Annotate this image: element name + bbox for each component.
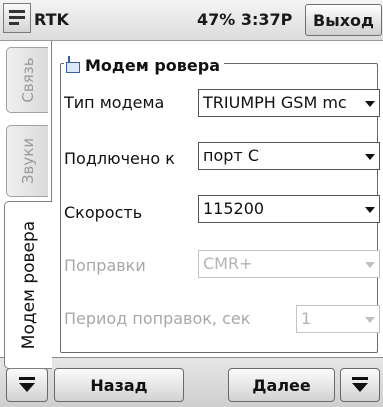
modem-type-select[interactable]: TRIUMPH GSM mc bbox=[198, 89, 380, 117]
corrections-select[interactable]: CMR+ bbox=[198, 250, 380, 278]
corrections-label: Поправки bbox=[64, 256, 146, 275]
next-button[interactable]: Далее bbox=[228, 368, 335, 402]
tab-rover-modem-label: Модем ровера bbox=[18, 220, 39, 350]
chevron-down-icon bbox=[365, 207, 375, 213]
modem-icon bbox=[64, 56, 82, 74]
exit-button[interactable]: Выход bbox=[305, 4, 382, 36]
tab-sounds-label: Звуки bbox=[18, 137, 37, 185]
chevron-down-icon bbox=[365, 317, 375, 323]
title-bar: RTK 47% 3:37P Выход bbox=[0, 0, 383, 41]
chevron-down-icon bbox=[365, 101, 375, 107]
connected-to-select[interactable]: порт С bbox=[198, 142, 380, 170]
right-menu-button[interactable] bbox=[340, 368, 380, 402]
back-button[interactable]: Назад bbox=[54, 368, 184, 402]
status-indicator: 47% 3:37P bbox=[197, 10, 293, 29]
tab-rover-modem[interactable]: Модем ровера bbox=[4, 201, 52, 369]
correction-period-value: 1 bbox=[301, 309, 312, 328]
left-menu-button[interactable] bbox=[6, 368, 48, 402]
tab-sounds[interactable]: Звуки bbox=[6, 125, 48, 197]
menu-down-arrow-icon bbox=[19, 376, 35, 392]
tab-connection[interactable]: Связь bbox=[6, 47, 48, 113]
speed-select[interactable]: 115200 bbox=[198, 195, 380, 223]
modem-type-value: TRIUMPH GSM mc bbox=[203, 93, 347, 112]
group-title-text: Модем ровера bbox=[85, 55, 221, 75]
correction-period-select[interactable]: 1 bbox=[296, 305, 380, 333]
menu-down-arrow-icon bbox=[352, 376, 368, 392]
vertical-tab-strip: Связь Звуки Модем ровера bbox=[0, 41, 52, 369]
chevron-down-icon bbox=[365, 262, 375, 268]
connected-to-value: порт С bbox=[203, 146, 259, 165]
speed-value: 115200 bbox=[203, 199, 265, 218]
start-menu-icon[interactable] bbox=[3, 3, 31, 33]
group-title: Модем ровера bbox=[64, 54, 225, 76]
app-title: RTK bbox=[34, 10, 69, 29]
chevron-down-icon bbox=[365, 154, 375, 160]
correction-period-label: Период поправок, сек bbox=[64, 309, 251, 328]
settings-panel: Модем ровера Тип модема TRIUMPH GSM mc П… bbox=[51, 41, 383, 357]
bottom-bar: Назад Далее bbox=[0, 357, 383, 407]
speed-label: Скорость bbox=[64, 203, 143, 222]
modem-type-label: Тип модема bbox=[64, 93, 165, 112]
corrections-value: CMR+ bbox=[203, 254, 253, 273]
connected-to-label: Подлючено к bbox=[64, 149, 175, 168]
tab-connection-label: Связь bbox=[18, 57, 37, 103]
